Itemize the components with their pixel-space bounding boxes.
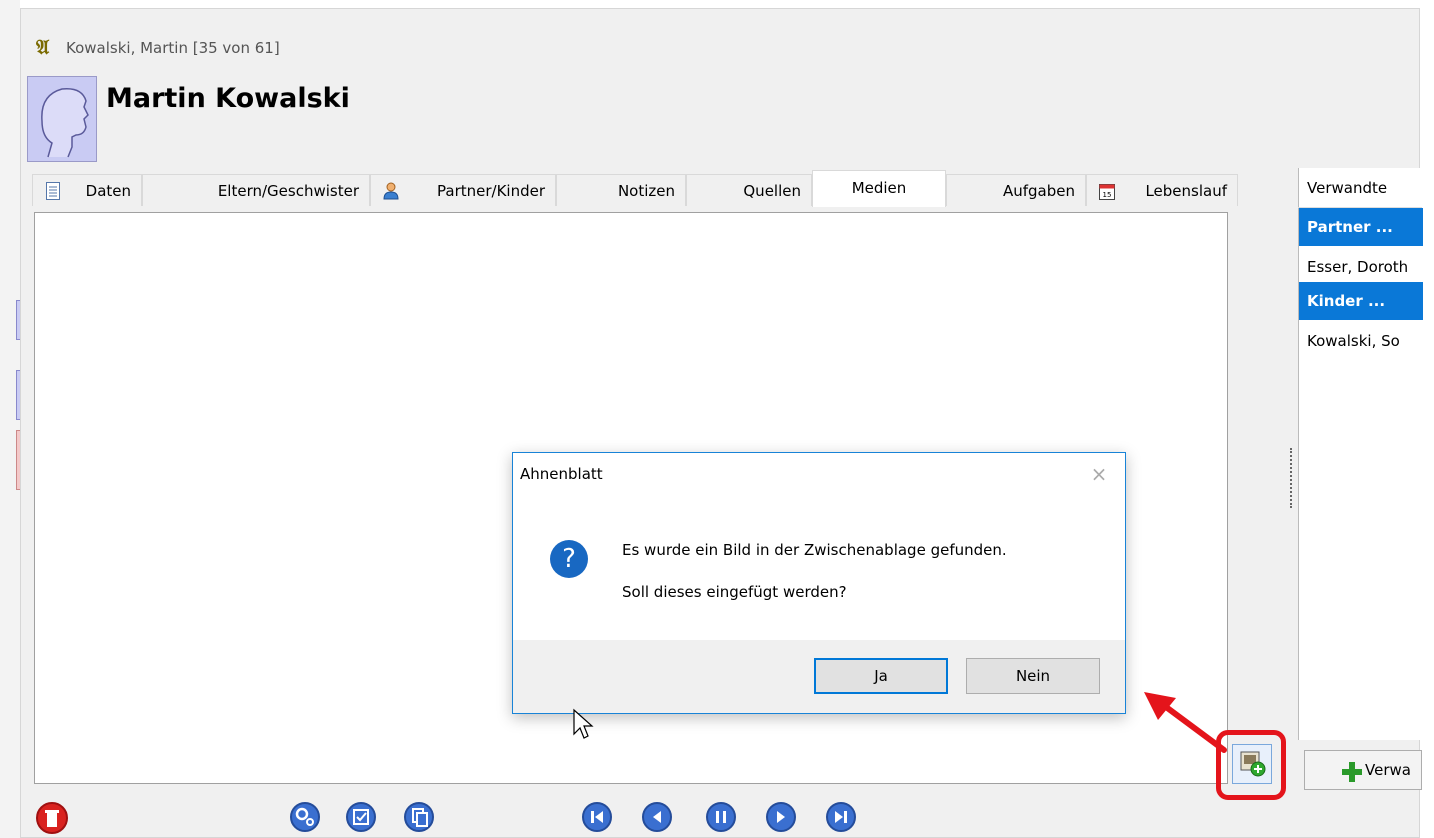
tab-quellen[interactable]: Quellen (686, 174, 812, 206)
app-logo-icon: 𝔄 (36, 35, 50, 59)
person-name: Martin Kowalski (106, 83, 350, 114)
tab-label: Medien (851, 179, 907, 197)
checkbox-icon (353, 809, 369, 825)
previous-record-button[interactable] (642, 802, 672, 832)
tab-partner-kinder[interactable]: Partner/Kinder (370, 174, 556, 206)
question-icon: ? (550, 540, 588, 578)
tab-medien[interactable]: Medien (812, 170, 946, 207)
tab-label: Quellen (743, 182, 801, 200)
plus-icon (1342, 762, 1362, 782)
mouse-cursor-icon (573, 708, 594, 739)
tab-bar: Daten Eltern/Geschwister Partner/Kinder … (32, 170, 1242, 207)
relatives-header: Verwandte (1307, 179, 1388, 197)
copy-icon (412, 808, 428, 827)
dialog-message-line2: Soll dieses eingefügt werden? (622, 583, 847, 601)
copy-button[interactable] (404, 802, 434, 832)
tab-label: Eltern/Geschwister (217, 182, 359, 200)
tab-eltern-geschwister[interactable]: Eltern/Geschwister (142, 174, 370, 206)
tab-label: Notizen (617, 182, 675, 200)
person-icon (383, 182, 399, 200)
window-title: Kowalski, Martin [35 von 61] (66, 39, 280, 57)
pause-icon (716, 811, 726, 823)
avatar[interactable] (27, 76, 97, 162)
pause-button[interactable] (706, 802, 736, 832)
next-icon (777, 811, 785, 823)
close-icon[interactable]: × (1088, 462, 1110, 486)
panel-splitter[interactable] (1290, 448, 1296, 508)
divider (1298, 207, 1422, 208)
trash-icon (45, 810, 59, 827)
dialog-message-line1: Es wurde ein Bild in der Zwischenablage … (622, 541, 1007, 559)
gear-icon (295, 807, 314, 826)
tab-label: Aufgaben (1002, 182, 1075, 200)
svg-text:15: 15 (1103, 191, 1112, 199)
no-button[interactable]: Nein (966, 658, 1100, 694)
dialog-title: Ahnenblatt (520, 465, 603, 483)
settings-button[interactable] (290, 802, 320, 832)
relatives-section-kinder[interactable]: Kinder ... (1299, 282, 1423, 320)
annotation-arrow-icon (1144, 692, 1227, 753)
last-record-button[interactable] (826, 802, 856, 832)
tab-label: Lebenslauf (1145, 182, 1227, 200)
next-record-button[interactable] (766, 802, 796, 832)
skip-first-icon (591, 811, 603, 823)
silhouette-icon (41, 88, 89, 158)
delete-person-button[interactable] (36, 802, 68, 834)
tab-daten[interactable]: Daten (32, 174, 142, 206)
tab-aufgaben[interactable]: Aufgaben (946, 174, 1086, 206)
check-button[interactable] (346, 802, 376, 832)
tab-label: Partner/Kinder (437, 182, 545, 200)
tab-lebenslauf[interactable]: 15 Lebenslauf (1086, 174, 1238, 206)
tab-label: Daten (85, 182, 131, 200)
calendar-icon: 15 (1099, 184, 1115, 200)
relatives-section-partner[interactable]: Partner ... (1299, 208, 1423, 246)
background-window-strip (0, 0, 22, 838)
document-icon (46, 182, 60, 200)
relatives-item[interactable]: Kowalski, So (1299, 322, 1423, 360)
previous-icon (653, 811, 661, 823)
relatives-panel: Verwandte Partner ... Esser, Doroth Kind… (1298, 168, 1423, 740)
tab-notizen[interactable]: Notizen (556, 174, 686, 206)
relatives-item[interactable]: Esser, Doroth (1299, 248, 1423, 286)
skip-last-icon (835, 811, 847, 823)
yes-button[interactable]: Ja (814, 658, 948, 694)
first-record-button[interactable] (582, 802, 612, 832)
